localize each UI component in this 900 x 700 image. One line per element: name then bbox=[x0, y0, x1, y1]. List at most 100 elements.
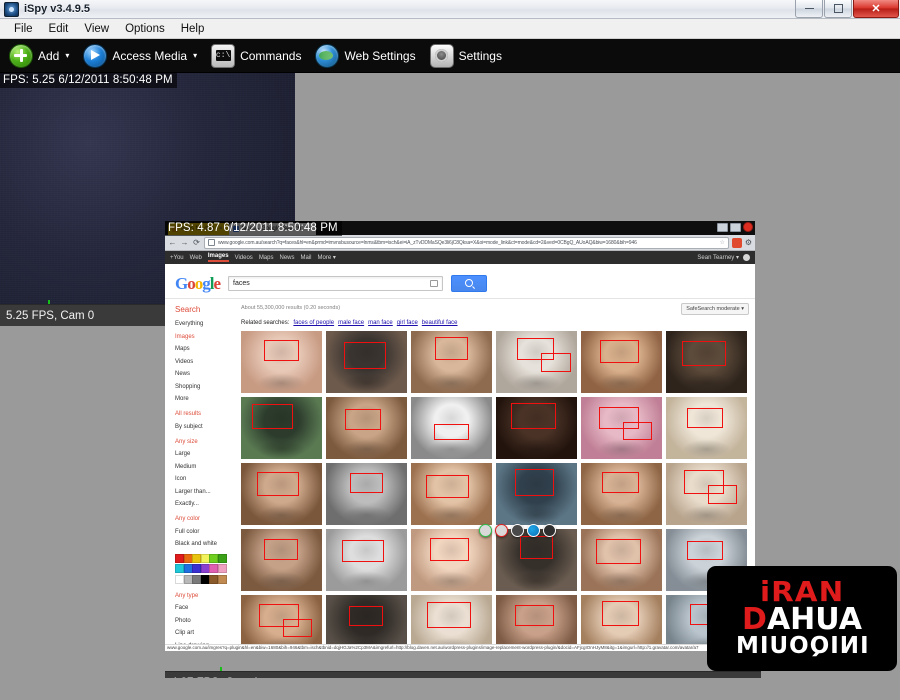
reload-icon[interactable]: ⟳ bbox=[192, 238, 201, 247]
sidebar-item-black-white[interactable]: Black and white bbox=[175, 541, 239, 547]
image-result-thumbnail[interactable] bbox=[666, 331, 747, 393]
sidebar-item-face[interactable]: Face bbox=[175, 605, 239, 611]
color-swatch[interactable] bbox=[217, 574, 227, 584]
sidebar-item-any-size[interactable]: Any size bbox=[175, 439, 239, 445]
access-media-button[interactable]: Access Media ▾ bbox=[80, 39, 206, 72]
sidebar-item-videos[interactable]: Videos bbox=[175, 359, 239, 365]
sidebar-item-shopping[interactable]: Shopping bbox=[175, 384, 239, 390]
web-settings-button[interactable]: Web Settings bbox=[312, 39, 424, 72]
image-result-thumbnail[interactable] bbox=[496, 595, 577, 651]
color-swatch[interactable] bbox=[217, 553, 227, 563]
wrench-icon[interactable]: ⚙ bbox=[745, 238, 752, 247]
gnav-web[interactable]: Web bbox=[190, 255, 202, 261]
back-icon[interactable]: ← bbox=[168, 238, 177, 247]
image-result-thumbnail[interactable] bbox=[241, 595, 322, 651]
image-result-thumbnail[interactable] bbox=[496, 331, 577, 393]
sidebar-item-icon[interactable]: Icon bbox=[175, 476, 239, 482]
gear-icon[interactable] bbox=[743, 254, 750, 261]
image-result-thumbnail[interactable] bbox=[241, 463, 322, 525]
extension-icon[interactable] bbox=[731, 237, 742, 248]
sidebar-item-full-color[interactable]: Full color bbox=[175, 529, 239, 535]
address-bar[interactable]: www.google.com.au/search?q=faces&hl=en&p… bbox=[204, 236, 729, 249]
sidebar-item-maps[interactable]: Maps bbox=[175, 346, 239, 352]
sidebar-item-by-subject[interactable]: By subject bbox=[175, 424, 239, 430]
sidebar-item-larger-than[interactable]: Larger than... bbox=[175, 489, 239, 495]
share-green-icon[interactable] bbox=[479, 524, 492, 537]
image-result-thumbnail[interactable] bbox=[496, 529, 577, 591]
image-result-thumbnail[interactable] bbox=[581, 397, 662, 459]
related-link-0[interactable]: faces of people bbox=[293, 320, 334, 326]
image-result-thumbnail[interactable] bbox=[666, 397, 747, 459]
image-result-thumbnail[interactable] bbox=[241, 529, 322, 591]
sidebar-item-everything[interactable]: Everything bbox=[175, 321, 239, 327]
search-input[interactable]: faces bbox=[228, 275, 444, 291]
sidebar-item-more[interactable]: More bbox=[175, 396, 239, 402]
image-result-thumbnail[interactable] bbox=[326, 595, 407, 651]
related-link-3[interactable]: girl face bbox=[397, 320, 418, 326]
gnav-videos[interactable]: Videos bbox=[235, 255, 253, 261]
gnav-plus-you[interactable]: +You bbox=[170, 255, 184, 261]
gnav-news[interactable]: News bbox=[279, 255, 294, 261]
image-result-thumbnail[interactable] bbox=[496, 463, 577, 525]
commands-button[interactable]: c:\ Commands bbox=[208, 39, 310, 72]
browser-restore-button[interactable] bbox=[730, 222, 741, 232]
image-result-thumbnail[interactable] bbox=[241, 397, 322, 459]
image-result-thumbnail[interactable] bbox=[411, 463, 492, 525]
sidebar-item-photo[interactable]: Photo bbox=[175, 618, 239, 624]
gnav-more[interactable]: More ▾ bbox=[318, 254, 336, 261]
settings-button[interactable]: Settings bbox=[427, 39, 511, 72]
share-browser-icon[interactable] bbox=[527, 524, 540, 537]
camera-search-icon[interactable] bbox=[430, 279, 439, 287]
image-result-thumbnail[interactable] bbox=[581, 529, 662, 591]
menu-edit[interactable]: Edit bbox=[41, 21, 77, 37]
share-red-icon[interactable] bbox=[495, 524, 508, 537]
image-result-thumbnail[interactable] bbox=[326, 331, 407, 393]
image-result-thumbnail[interactable] bbox=[496, 397, 577, 459]
add-button[interactable]: Add ▾ bbox=[6, 39, 78, 72]
minimize-button[interactable] bbox=[795, 0, 823, 18]
image-result-thumbnail[interactable] bbox=[666, 463, 747, 525]
share-gray-icon[interactable] bbox=[511, 524, 524, 537]
sidebar-item-news[interactable]: News bbox=[175, 371, 239, 377]
related-link-2[interactable]: man face bbox=[368, 320, 393, 326]
share-dark-icon[interactable] bbox=[543, 524, 556, 537]
menu-view[interactable]: View bbox=[76, 21, 117, 37]
image-result-thumbnail[interactable] bbox=[581, 463, 662, 525]
image-result-thumbnail[interactable] bbox=[581, 331, 662, 393]
forward-icon[interactable]: → bbox=[180, 238, 189, 247]
menu-options[interactable]: Options bbox=[117, 21, 173, 37]
close-button[interactable]: ✕ bbox=[853, 0, 899, 18]
browser-close-button[interactable] bbox=[743, 222, 753, 232]
sidebar-item-any-color[interactable]: Any color bbox=[175, 516, 239, 522]
sidebar-item-images[interactable]: Images bbox=[175, 334, 239, 340]
menu-file[interactable]: File bbox=[6, 21, 41, 37]
camera-panel-cam1[interactable]: ages for day × faces - Google Search × bbox=[165, 221, 761, 678]
sidebar-item-any-type[interactable]: Any type bbox=[175, 593, 239, 599]
image-result-thumbnail[interactable] bbox=[326, 463, 407, 525]
gnav-maps[interactable]: Maps bbox=[259, 255, 274, 261]
camera-feed-cam1[interactable]: ages for day × faces - Google Search × bbox=[165, 221, 755, 651]
image-result-thumbnail[interactable] bbox=[411, 529, 492, 591]
sidebar-item-exactly[interactable]: Exactly... bbox=[175, 501, 239, 507]
related-link-1[interactable]: male face bbox=[338, 320, 364, 326]
color-swatch-grid[interactable] bbox=[175, 553, 239, 584]
image-result-thumbnail[interactable] bbox=[581, 595, 662, 651]
search-button[interactable] bbox=[451, 274, 488, 292]
account-name[interactable]: Sean Tearney ▾ bbox=[697, 254, 739, 261]
gnav-mail[interactable]: Mail bbox=[301, 255, 312, 261]
image-result-thumbnail[interactable] bbox=[411, 595, 492, 651]
image-result-thumbnail[interactable] bbox=[326, 529, 407, 591]
related-link-4[interactable]: beautiful face bbox=[422, 320, 458, 326]
bookmark-star-icon[interactable]: ☆ bbox=[719, 239, 724, 246]
image-result-thumbnail[interactable] bbox=[241, 331, 322, 393]
menu-help[interactable]: Help bbox=[173, 21, 213, 37]
sidebar-item-medium[interactable]: Medium bbox=[175, 464, 239, 470]
browser-minimize-button[interactable] bbox=[717, 222, 728, 232]
sidebar-item-large[interactable]: Large bbox=[175, 451, 239, 457]
sidebar-item-clip-art[interactable]: Clip art bbox=[175, 630, 239, 636]
google-logo[interactable]: Google bbox=[175, 275, 221, 292]
color-swatch[interactable] bbox=[217, 564, 227, 573]
image-result-thumbnail[interactable] bbox=[326, 397, 407, 459]
sidebar-item-all-results[interactable]: All results bbox=[175, 411, 239, 417]
image-result-thumbnail[interactable] bbox=[411, 331, 492, 393]
